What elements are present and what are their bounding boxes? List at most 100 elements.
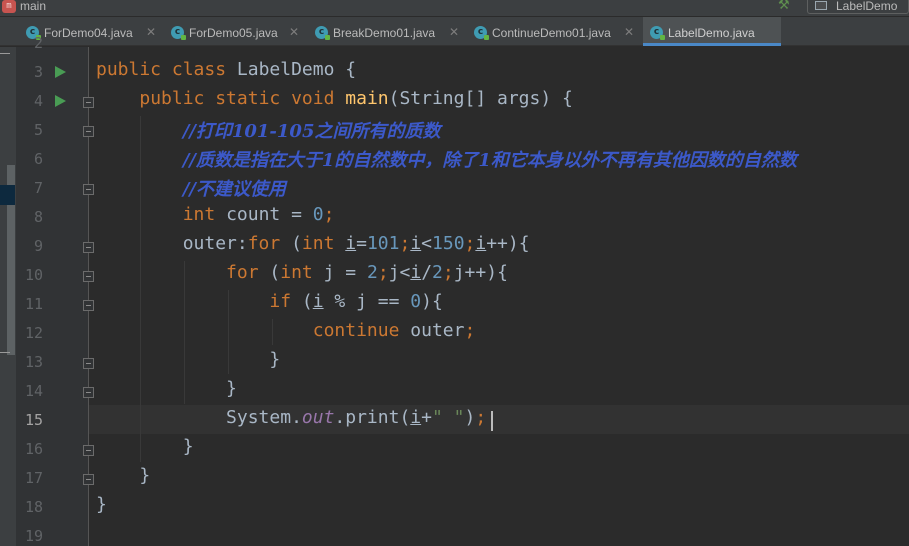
java-class-icon: c (171, 26, 186, 40)
gutter-divider (88, 47, 89, 546)
tab-fordemo04[interactable]: c ForDemo04.java ✕ (26, 17, 158, 46)
code-token: public static void (139, 88, 346, 109)
fold-icon[interactable] (83, 300, 94, 311)
code-token: ; (475, 407, 487, 428)
line-number: 5 (33, 121, 43, 139)
code-line[interactable]: int count = 0; (96, 204, 335, 233)
tab-label: BreakDemo01.java (333, 26, 436, 40)
code-line[interactable]: public static void main(String[] args) { (96, 88, 573, 117)
breadcrumb-main[interactable]: main (20, 0, 46, 13)
code-line[interactable]: } (96, 378, 237, 407)
fold-icon[interactable] (83, 126, 94, 137)
run-configuration-label: LabelDemo (836, 0, 898, 13)
code-token: " " (431, 407, 465, 428)
line-number: 11 (24, 295, 43, 313)
line-number: 10 (24, 266, 43, 284)
run-icon[interactable] (55, 66, 66, 78)
code-token: ) (464, 407, 476, 428)
line-number: 6 (33, 150, 43, 168)
line-number: 18 (24, 498, 43, 516)
code-token: public class (96, 59, 237, 80)
code-token: } (96, 436, 194, 457)
close-icon[interactable]: ✕ (624, 25, 634, 39)
java-class-icon: c (474, 26, 489, 40)
code-token: / (421, 262, 433, 283)
code-line[interactable]: } (96, 465, 150, 494)
code-token: } (96, 349, 281, 370)
code-token: ){ (421, 291, 443, 312)
code-line[interactable]: public class LabelDemo { (96, 59, 356, 88)
line-number-current: 15 (24, 411, 43, 429)
code-token: i (345, 233, 357, 254)
close-icon[interactable]: ✕ (289, 25, 299, 39)
tab-labeldemo[interactable]: c LabelDemo.java (643, 17, 781, 46)
fold-icon[interactable] (83, 387, 94, 398)
code-token: ; (442, 262, 454, 283)
code-token: } (96, 378, 237, 399)
code-token: (String[] args) { (388, 88, 573, 109)
code-line-current[interactable]: System.out.print(i+" "); (96, 407, 486, 436)
fold-icon[interactable] (83, 358, 94, 369)
code-token: 101 (366, 233, 400, 254)
code-line[interactable]: continue outer; (96, 320, 476, 349)
code-token: count = (226, 204, 313, 225)
close-icon[interactable]: ✕ (449, 25, 459, 39)
code-token: i (410, 233, 422, 254)
tab-breakdemo01[interactable]: c BreakDemo01.java ✕ (315, 17, 461, 46)
java-class-icon: c (650, 26, 665, 40)
hammer-icon[interactable]: ⚒ (778, 0, 790, 13)
code-line[interactable]: } (96, 436, 194, 465)
code-token: < (421, 233, 433, 254)
module-icon: m (2, 0, 16, 13)
code-line[interactable]: } (96, 494, 107, 523)
code-token: ++){ (486, 233, 530, 254)
code-token: main (345, 88, 389, 109)
tab-label: LabelDemo.java (668, 26, 755, 40)
code-token: .print( (334, 407, 411, 428)
code-line[interactable]: for (int j = 2;j<i/2;j++){ (96, 262, 508, 291)
code-token: int (301, 233, 346, 254)
fold-icon[interactable] (83, 445, 94, 456)
code-token: //不建议使用 (182, 179, 286, 200)
code-line[interactable]: outer:for (int i=101;i<150;i++){ (96, 233, 530, 262)
code-token: i (410, 262, 422, 283)
code-token: for (226, 262, 270, 283)
tab-fordemo05[interactable]: c ForDemo05.java ✕ (171, 17, 303, 46)
run-icon[interactable] (55, 95, 66, 107)
code-token: ; (464, 233, 476, 254)
code-token: for (247, 233, 292, 254)
code-token: } (96, 465, 151, 486)
tool-window-strip (0, 47, 16, 546)
fold-icon[interactable] (83, 184, 94, 195)
code-token: i (410, 407, 422, 428)
fold-icon[interactable] (83, 242, 94, 253)
code-token: ; (399, 233, 411, 254)
code-line[interactable]: if (i % j == 0){ (96, 291, 443, 320)
fold-icon[interactable] (83, 97, 94, 108)
code-token: i (312, 291, 324, 312)
code-token: if (269, 291, 302, 312)
code-line[interactable]: //不建议使用 (96, 175, 286, 204)
java-class-icon: c (315, 26, 330, 40)
fold-icon[interactable] (83, 271, 94, 282)
code-token: out (301, 407, 335, 428)
code-token: ( (301, 291, 313, 312)
line-number: 9 (33, 237, 43, 255)
fold-icon[interactable] (83, 474, 94, 485)
run-configuration-selector[interactable]: LabelDemo (807, 0, 909, 14)
code-token: int (280, 262, 324, 283)
code-line[interactable]: } (96, 349, 280, 378)
line-number: 7 (33, 179, 43, 197)
text-caret (491, 411, 493, 431)
code-token: } (96, 494, 107, 515)
line-number: 16 (24, 440, 43, 458)
line-number: 14 (24, 382, 43, 400)
code-token: 2 (432, 262, 443, 283)
code-line[interactable]: //打印101-105之间所有的质数 (96, 117, 441, 146)
close-icon[interactable]: ✕ (146, 25, 156, 39)
code-line[interactable]: //质数是指在大于1的自然数中，除了1和它本身以外不再有其他因数的自然数 (96, 146, 797, 175)
tab-continuedemo01[interactable]: c ContinueDemo01.java ✕ (474, 17, 636, 46)
